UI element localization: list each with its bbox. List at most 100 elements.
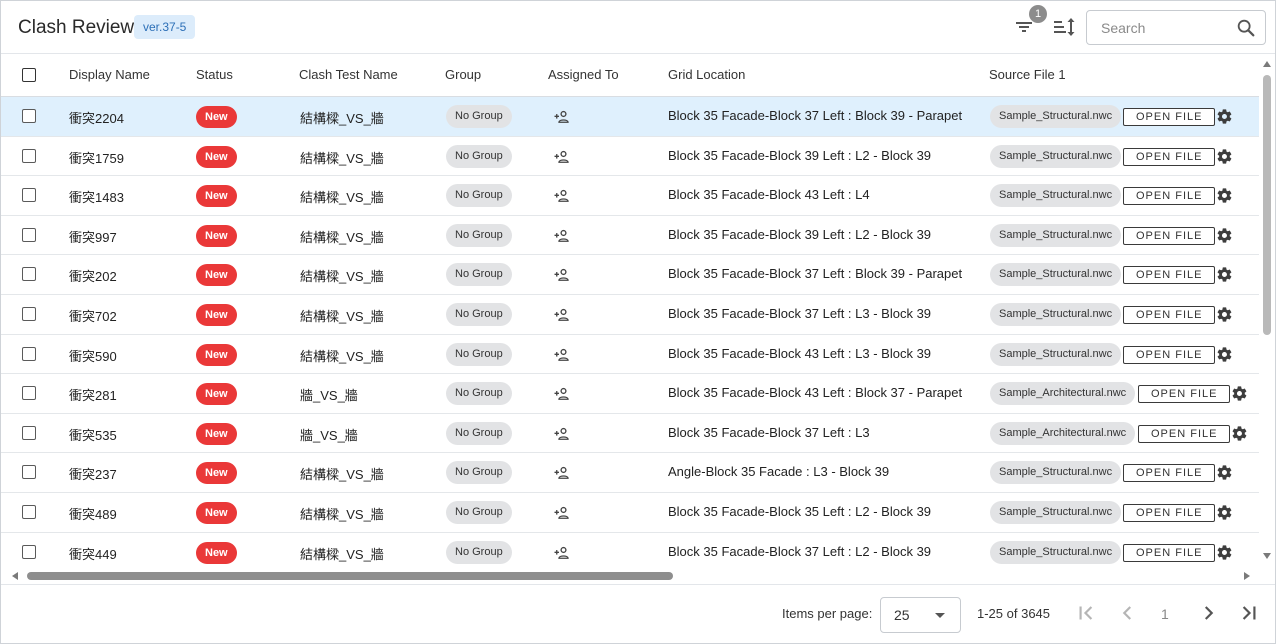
scroll-left-arrow[interactable] [12,572,18,580]
group-chip[interactable]: No Group [446,500,512,524]
open-file-button[interactable]: OPEN FILE [1123,147,1216,166]
status-badge: New [196,501,237,524]
search-icon[interactable] [1235,17,1257,39]
row-checkbox[interactable] [22,267,36,282]
gear-icon[interactable] [1216,108,1233,125]
table-row[interactable]: 衝突1483 New 結構樑_VS_牆 No Group Block 35 Facade… [1,176,1259,216]
gear-icon[interactable] [1216,464,1233,481]
open-file-button[interactable]: OPEN FILE [1123,543,1216,562]
next-page-button[interactable] [1196,600,1222,626]
row-checkbox[interactable] [22,425,36,440]
open-file-button[interactable]: OPEN FILE [1123,345,1216,364]
scroll-up-arrow[interactable] [1263,61,1271,67]
assign-user-icon[interactable] [553,346,571,364]
group-chip[interactable]: No Group [446,184,512,208]
table-row[interactable]: 衝突202 New 結構樑_VS_牆 No Group Block 35 Facade-… [1,255,1259,295]
row-checkbox[interactable] [22,465,36,480]
group-chip[interactable]: No Group [446,144,512,168]
group-chip[interactable]: No Group [446,302,512,326]
vertical-scrollbar[interactable] [1260,55,1275,569]
group-chip[interactable]: No Group [446,382,512,406]
assign-user-icon[interactable] [553,108,571,126]
row-checkbox[interactable] [22,227,36,242]
assign-user-icon[interactable] [553,306,571,324]
assign-user-icon[interactable] [553,227,571,245]
search-box[interactable] [1086,10,1266,45]
row-checkbox[interactable] [22,109,36,123]
row-checkbox[interactable] [22,148,36,163]
sort-button[interactable] [1052,15,1076,39]
assign-user-icon[interactable] [553,504,571,522]
gear-icon[interactable] [1216,544,1233,561]
open-file-button[interactable]: OPEN FILE [1123,108,1216,126]
row-checkbox[interactable] [22,346,36,361]
table-row[interactable]: 衝突237 New 結構樑_VS_牆 No Group Angle-Block 35 F… [1,453,1259,493]
last-page-icon [1242,606,1256,620]
table-row[interactable]: 衝突590 New 結構樑_VS_牆 No Group Block 35 Facade-… [1,334,1259,375]
search-input[interactable] [1101,18,1231,38]
open-file-button[interactable]: OPEN FILE [1123,305,1216,324]
column-header-status[interactable]: Status [196,67,233,82]
column-header-clash-test-name[interactable]: Clash Test Name [299,67,398,82]
vertical-scroll-thumb[interactable] [1263,75,1271,335]
group-chip[interactable]: No Group [446,105,512,128]
gear-icon[interactable] [1216,187,1233,204]
row-checkbox[interactable] [22,386,36,401]
gear-icon[interactable] [1216,306,1233,323]
table-row[interactable]: 衝突281 New 牆_VS_牆 No Group Block 35 Facade-Bl… [1,374,1259,414]
group-chip[interactable]: No Group [446,223,512,247]
scroll-down-arrow[interactable] [1263,553,1271,559]
gear-icon[interactable] [1216,346,1233,363]
table-row[interactable]: 衝突1759 New 結構樑_VS_牆 No Group Block 35 Facade… [1,136,1259,177]
table-row[interactable]: 衝突535 New 牆_VS_牆 No Group Block 35 Facade-Bl… [1,413,1259,454]
group-chip[interactable]: No Group [446,461,512,485]
open-file-button[interactable]: OPEN FILE [1123,266,1216,285]
horizontal-scroll-thumb[interactable] [27,572,673,580]
row-checkbox[interactable] [22,544,36,559]
assign-user-icon[interactable] [553,187,571,205]
assign-user-icon[interactable] [553,266,571,284]
first-page-button[interactable] [1073,600,1099,626]
group-chip[interactable]: No Group [446,342,512,366]
assign-user-icon[interactable] [553,425,571,443]
column-header-grid-location[interactable]: Grid Location [668,67,745,82]
assign-user-icon[interactable] [553,385,571,403]
items-per-page-select[interactable]: 25 [880,597,961,633]
row-checkbox[interactable] [22,188,36,203]
table-row[interactable]: 衝突489 New 結構樑_VS_牆 No Group Block 35 Facade-… [1,492,1259,533]
column-header-display-name[interactable]: Display Name [69,67,150,82]
column-header-assigned-to[interactable]: Assigned To [548,67,619,82]
horizontal-scrollbar[interactable] [3,569,1259,583]
gear-icon[interactable] [1216,266,1233,283]
group-chip[interactable]: No Group [446,540,512,564]
table-row[interactable]: 衝突702 New 結構樑_VS_牆 No Group Block 35 Facade-… [1,294,1259,335]
assign-user-icon[interactable] [553,544,571,562]
row-checkbox[interactable] [22,504,36,519]
gear-icon[interactable] [1216,148,1233,165]
open-file-button[interactable]: OPEN FILE [1123,187,1216,206]
group-chip[interactable]: No Group [446,263,512,287]
table-row[interactable]: 衝突2204 New 結構樑_VS_牆 No Group Block 35 Facade… [1,97,1259,137]
scroll-right-arrow[interactable] [1244,572,1250,580]
previous-page-button[interactable] [1114,600,1140,626]
gear-icon[interactable] [1231,425,1248,442]
gear-icon[interactable] [1231,385,1248,402]
gear-icon[interactable] [1216,504,1233,521]
assign-user-icon[interactable] [553,148,571,166]
source-file-chip: Sample_Structural.nwc [990,105,1122,128]
column-header-source-file-1[interactable]: Source File 1 [989,67,1066,82]
table-row[interactable]: 衝突997 New 結構樑_VS_牆 No Group Block 35 Facade-… [1,215,1259,256]
column-header-group[interactable]: Group [445,67,481,82]
group-chip[interactable]: No Group [446,421,512,445]
row-checkbox[interactable] [22,306,36,321]
gear-icon[interactable] [1216,227,1233,244]
open-file-button[interactable]: OPEN FILE [1123,503,1216,522]
open-file-button[interactable]: OPEN FILE [1123,464,1216,483]
last-page-button[interactable] [1236,600,1262,626]
open-file-button[interactable]: OPEN FILE [1138,385,1231,404]
select-all-checkbox[interactable] [22,68,36,82]
table-row[interactable]: 衝突449 New 結構樑_VS_牆 No Group Block 35 Facade-… [1,532,1259,569]
assign-user-icon[interactable] [553,464,571,482]
open-file-button[interactable]: OPEN FILE [1138,424,1231,443]
open-file-button[interactable]: OPEN FILE [1123,226,1216,245]
